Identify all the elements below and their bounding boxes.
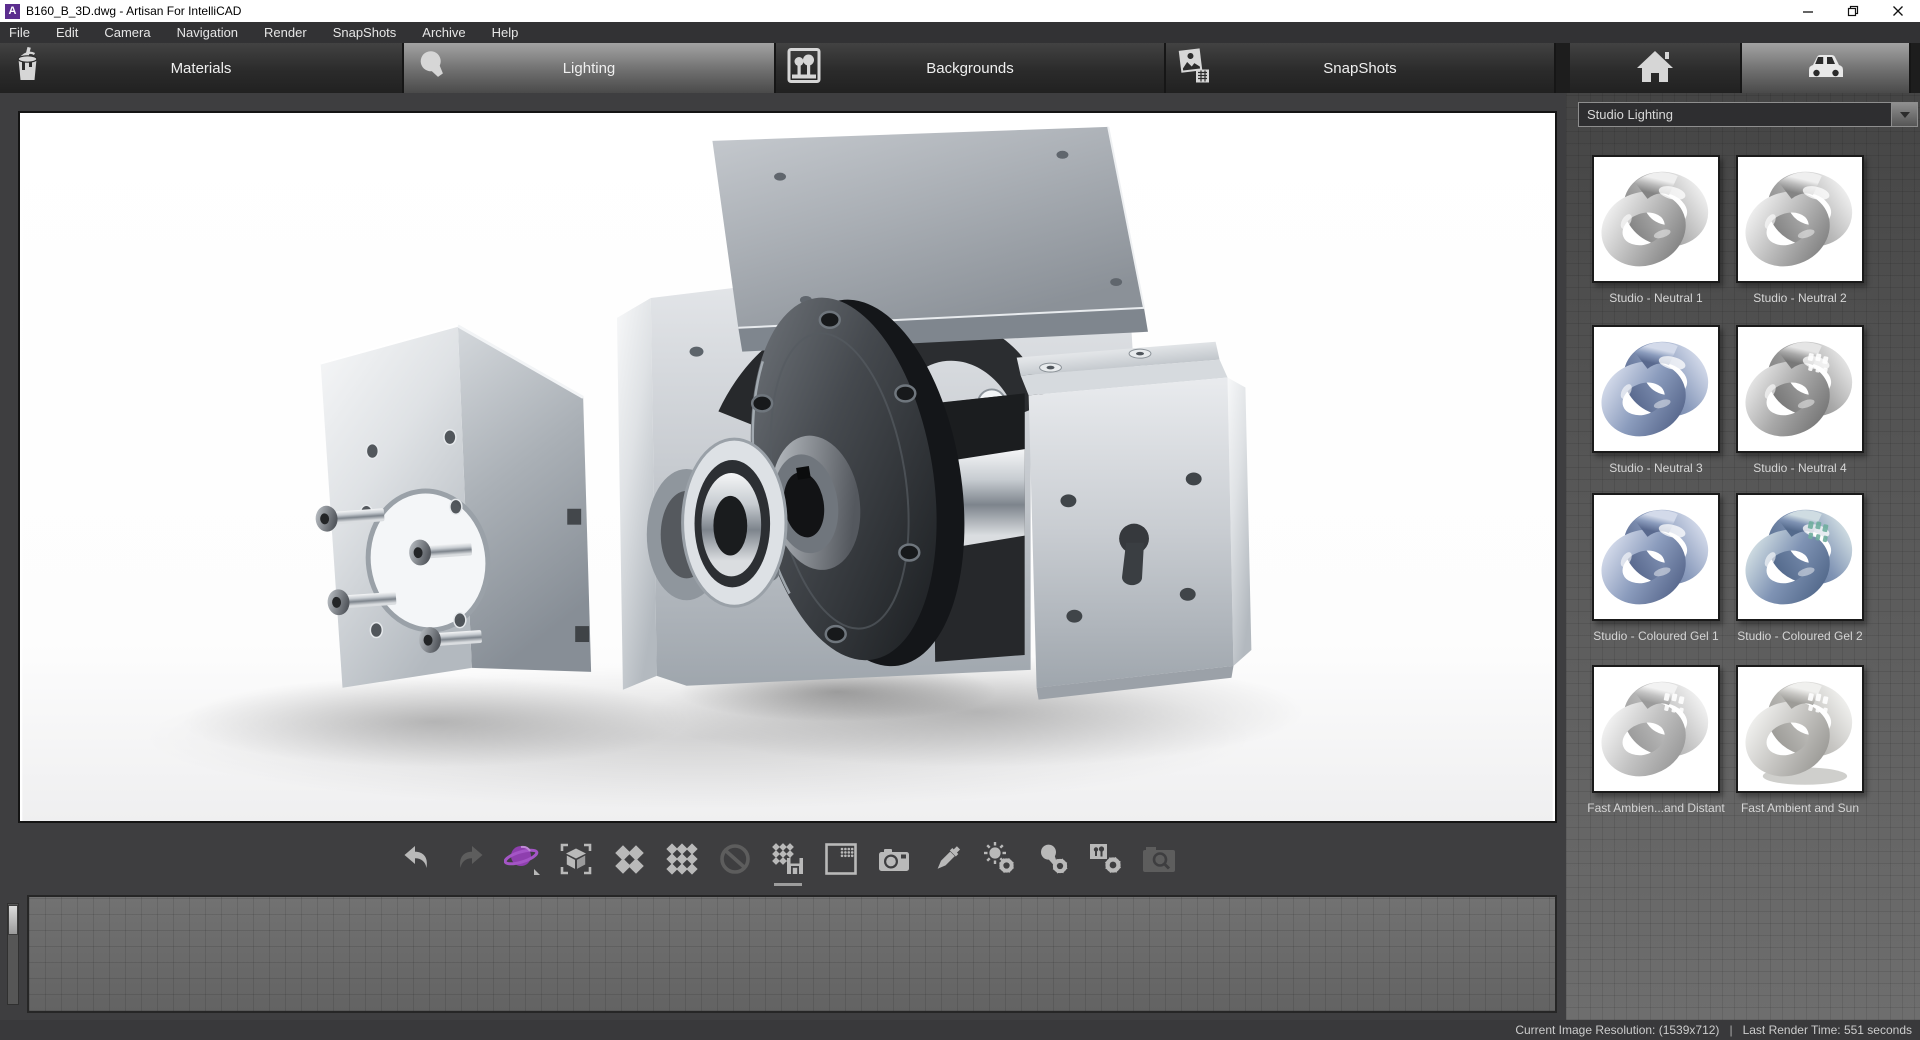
render-planet-button[interactable]: [503, 838, 543, 884]
tab-spacer: [1556, 43, 1570, 93]
preset-thumbnail[interactable]: [1736, 155, 1864, 283]
sun-settings-button[interactable]: [980, 838, 1020, 884]
save-image-button[interactable]: [768, 838, 808, 884]
render-object-button[interactable]: [556, 838, 596, 884]
pattern-small-icon: [611, 841, 647, 882]
menu-bar: FileEditCameraNavigationRenderSnapShotsA…: [0, 22, 1920, 43]
minimize-button[interactable]: [1785, 0, 1830, 22]
message-panel: [27, 895, 1557, 1013]
tab-label: SnapShots: [1166, 60, 1554, 77]
tab-lighting[interactable]: Lighting: [404, 43, 776, 93]
preset-label: Studio - Coloured Gel 2: [1725, 629, 1875, 643]
chevron-down-icon[interactable]: [1891, 103, 1917, 126]
background-settings-icon: [1087, 841, 1125, 882]
title-bar: A B160_B_3D.dwg - Artisan For IntelliCAD: [0, 0, 1920, 22]
dropdown-value: Studio Lighting: [1579, 107, 1891, 122]
preset-label: Fast Ambient and Sun: [1725, 801, 1875, 815]
render-planet-icon: [504, 841, 542, 882]
preset-thumbnail[interactable]: [1736, 665, 1864, 793]
preview-search-button[interactable]: [1139, 838, 1179, 884]
undo-button[interactable]: [397, 838, 437, 884]
menu-item-snapshots[interactable]: SnapShots: [320, 22, 410, 43]
menu-item-navigation[interactable]: Navigation: [164, 22, 251, 43]
restore-button[interactable]: [1830, 0, 1875, 22]
lighting-presets-panel: Studio Lighting Studio - Neutral 1 Studi…: [1566, 93, 1920, 1020]
paint-bucket-icon: [11, 47, 44, 89]
status-bar: Current Image Resolution: (1539x712) | L…: [0, 1020, 1920, 1040]
lighting-category-dropdown[interactable]: Studio Lighting: [1578, 102, 1918, 127]
menu-item-edit[interactable]: Edit: [43, 22, 91, 43]
preset-thumbnail[interactable]: [1592, 493, 1720, 621]
preset-thumbnail[interactable]: [1736, 325, 1864, 453]
status-render-time: Last Render Time: 551 seconds: [1743, 1023, 1912, 1037]
close-button[interactable]: [1875, 0, 1920, 22]
background-image-icon: [787, 48, 821, 89]
zoom-slider-handle[interactable]: [8, 905, 18, 935]
tab-label: Lighting: [404, 60, 774, 77]
cancel-render-button[interactable]: [715, 838, 755, 884]
render-viewport[interactable]: [18, 111, 1557, 823]
render-3d-model: [20, 113, 1555, 821]
status-resolution: Current Image Resolution: (1539x712): [1515, 1023, 1719, 1037]
tab-label: Backgrounds: [776, 60, 1164, 77]
render-region-button[interactable]: [821, 838, 861, 884]
status-separator: |: [1729, 1023, 1732, 1037]
render-region-icon: [823, 841, 859, 882]
preset-label: Studio - Neutral 4: [1725, 461, 1875, 475]
render-object-icon: [558, 842, 594, 881]
light-settings-icon: [1035, 841, 1071, 882]
menu-item-help[interactable]: Help: [479, 22, 532, 43]
eyedropper-button[interactable]: [927, 838, 967, 884]
sun-settings-icon: [982, 841, 1018, 882]
undo-icon: [400, 842, 434, 881]
preset-label: Studio - Neutral 1: [1581, 291, 1731, 305]
light-settings-button[interactable]: [1033, 838, 1073, 884]
preset-thumbnail[interactable]: [1592, 665, 1720, 793]
preset-label: Studio - Neutral 3: [1581, 461, 1731, 475]
eyedropper-icon: [929, 841, 965, 882]
car-icon: [1804, 49, 1848, 88]
tab-snapshots[interactable]: SnapShots: [1166, 43, 1556, 93]
preset-label: Studio - Coloured Gel 1: [1581, 629, 1731, 643]
pattern-large-icon: [664, 841, 700, 882]
preset-thumbnail[interactable]: [1592, 155, 1720, 283]
tab-bar: Materials Lighting Backgrounds SnapShots: [0, 43, 1920, 93]
pattern-large-button[interactable]: [662, 838, 702, 884]
preview-search-icon: [1140, 842, 1178, 881]
menu-item-camera[interactable]: Camera: [91, 22, 163, 43]
tab-home[interactable]: [1570, 43, 1742, 93]
tab-backgrounds[interactable]: Backgrounds: [776, 43, 1166, 93]
redo-button[interactable]: [450, 838, 490, 884]
menu-item-archive[interactable]: Archive: [409, 22, 478, 43]
menu-item-render[interactable]: Render: [251, 22, 320, 43]
tab-car[interactable]: [1742, 43, 1911, 93]
preset-label: Fast Ambien...and Distant: [1581, 801, 1731, 815]
home-icon: [1635, 48, 1675, 89]
zoom-slider[interactable]: [7, 903, 19, 1005]
menu-item-file[interactable]: File: [0, 22, 43, 43]
tab-materials[interactable]: Materials: [0, 43, 404, 93]
application-window: A B160_B_3D.dwg - Artisan For IntelliCAD…: [0, 0, 1920, 1040]
cancel-render-icon: [717, 841, 753, 882]
preset-thumbnail[interactable]: [1736, 493, 1864, 621]
light-bulb-icon: [415, 47, 451, 90]
preset-thumbnail[interactable]: [1592, 325, 1720, 453]
pattern-small-button[interactable]: [609, 838, 649, 884]
snapshot-stack-icon: [1177, 47, 1213, 90]
background-settings-button[interactable]: [1086, 838, 1126, 884]
snapshot-camera-button[interactable]: [874, 838, 914, 884]
app-logo-icon: A: [5, 4, 20, 19]
render-toolbar: [18, 830, 1557, 892]
save-image-icon: [770, 841, 806, 882]
window-title: B160_B_3D.dwg - Artisan For IntelliCAD: [26, 4, 241, 18]
snapshot-camera-icon: [875, 842, 913, 881]
preset-label: Studio - Neutral 2: [1725, 291, 1875, 305]
redo-icon: [453, 842, 487, 881]
tab-label: Materials: [0, 60, 402, 77]
